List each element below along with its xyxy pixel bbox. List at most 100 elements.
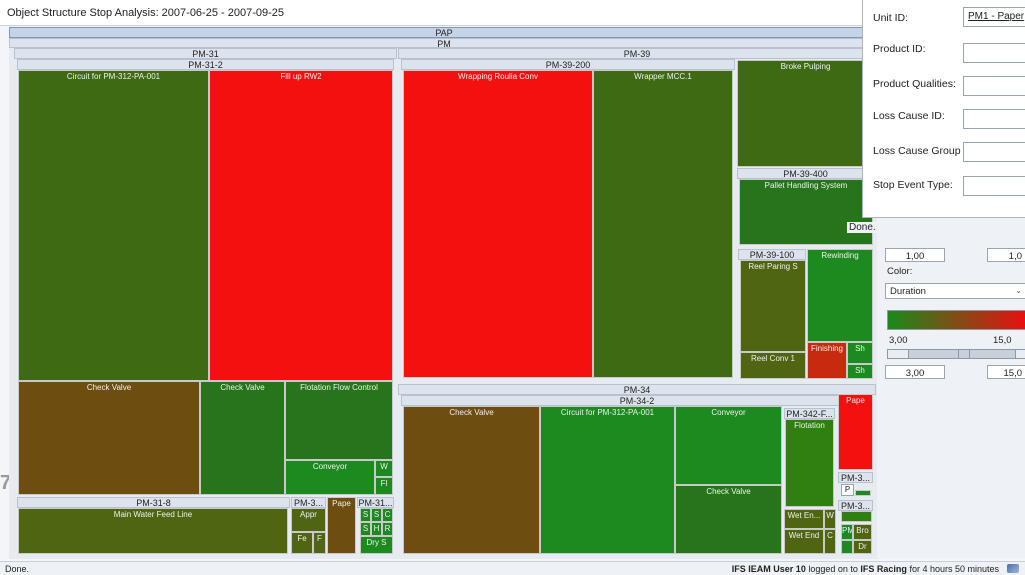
main-water-feed-cell[interactable]: Main Water Feed Line	[18, 508, 288, 554]
pm34-band[interactable]: PM-34	[398, 384, 876, 395]
wrapping-cell[interactable]: Wrapping Roulia Conv	[403, 70, 593, 378]
s-cell-2[interactable]: S	[371, 508, 382, 522]
wrapper-mcc-cell[interactable]: Wrapper MCC.1	[593, 70, 733, 378]
wet-end-cell-1[interactable]: Wet En...	[784, 509, 824, 529]
bro-cell[interactable]: Bro	[853, 524, 872, 540]
pm31-check-valve-cell-2[interactable]: Check Valve	[200, 381, 285, 495]
p-cell[interactable]: P	[841, 484, 854, 496]
small-cell[interactable]	[841, 540, 853, 554]
r-cell[interactable]: R	[382, 522, 393, 536]
p-cell-green[interactable]	[855, 490, 871, 496]
dry-cell[interactable]: Dry S	[360, 536, 393, 554]
c-cell-34[interactable]: C	[824, 529, 836, 554]
product-id-label: Product ID:	[873, 43, 926, 55]
pm342f-band[interactable]: PM-342-F...	[784, 408, 835, 419]
pm31-flotation-cell[interactable]: Flotation Flow Control	[285, 381, 393, 460]
loss-cause-id-field[interactable]	[963, 109, 1025, 129]
pm34-2-band[interactable]: PM-34-2	[401, 395, 873, 406]
filter-popup: Unit ID: PM1 - Paper Product ID: Product…	[862, 0, 1025, 218]
slider-right-handle[interactable]	[1015, 350, 1025, 358]
size-max-field[interactable]: 1,0	[987, 248, 1025, 262]
pm31-8-band[interactable]: PM-31-8	[17, 497, 290, 508]
fe-cell[interactable]: Fe	[291, 532, 313, 554]
pm34-circuit-cell[interactable]: Circuit for PM-312-PA-001	[540, 406, 675, 554]
pm34-sub-band-1[interactable]: PM-3...	[838, 472, 873, 483]
product-qualities-label: Product Qualities:	[873, 78, 956, 90]
finishing-cell[interactable]: Finishing	[807, 342, 847, 379]
color-label: Color:	[887, 266, 913, 277]
pm34-check-valve-cell-2[interactable]: Check Valve	[675, 485, 782, 554]
slider-left-handle[interactable]	[888, 350, 909, 358]
status-user: IFS IEAM User 10	[731, 564, 806, 574]
status-duration: for 4 hours 50 minutes	[909, 564, 999, 574]
wet-end-cell-2[interactable]: Wet End	[784, 529, 824, 554]
pm34-pape-cell[interactable]: Pape	[838, 394, 873, 470]
loss-cause-id-label: Loss Cause ID:	[873, 110, 945, 122]
pm39-400-band[interactable]: PM-39-400	[737, 168, 874, 179]
window-title: Object Structure Stop Analysis: 2007-06-…	[7, 7, 284, 19]
unit-id-label: Unit ID:	[873, 12, 909, 24]
color-min-label: 3,00	[889, 335, 908, 346]
pallet-handling-cell[interactable]: Pallet Handling System	[739, 179, 873, 245]
pm31-circuit-cell[interactable]: Circuit for PM-312-PA-001	[18, 70, 209, 381]
range-min-field[interactable]: 3,00	[885, 365, 945, 379]
pm34-conveyor-cell[interactable]: Conveyor	[675, 406, 782, 485]
unit-id-field[interactable]: PM1 - Paper	[963, 7, 1025, 27]
status-bar: Done. IFS IEAM User 10 logged on to IFS …	[0, 561, 1025, 575]
pm31-check-valve-cell[interactable]: Check Valve	[18, 381, 200, 495]
slider-mid-grip[interactable]	[958, 350, 970, 358]
popup-done-label: Done.	[847, 222, 878, 233]
pm31-w-cell[interactable]: W	[375, 460, 393, 477]
color-max-label: 15,0	[993, 335, 1012, 346]
pm3-band[interactable]: PM-3...	[291, 497, 326, 508]
status-text: Done.	[5, 564, 30, 574]
c-cell[interactable]: C	[382, 508, 393, 522]
color-select[interactable]: Duration ⌄	[885, 283, 1025, 299]
pm39-band[interactable]: PM-39	[398, 48, 876, 59]
treemap-root-band[interactable]: PAP	[9, 27, 879, 38]
pm34-tiny-cell[interactable]	[841, 511, 872, 522]
size-min-field[interactable]: 1,00	[885, 248, 945, 262]
s-cell-3[interactable]: S	[360, 522, 371, 536]
pm31-sub-band[interactable]: PM-31...	[357, 497, 394, 508]
sh-cell-2[interactable]: Sh	[847, 364, 873, 379]
product-qualities-field[interactable]	[963, 76, 1025, 96]
treemap: PAP PM PM-31 PM-31-2 Circuit for PM-312-…	[9, 27, 879, 559]
pm34-check-valve-cell[interactable]: Check Valve	[403, 406, 540, 554]
s-cell-1[interactable]: S	[360, 508, 371, 522]
pape-cell[interactable]: Pape	[327, 497, 356, 554]
reel-conv-cell[interactable]: Reel Conv 1	[740, 352, 806, 379]
range-max-field[interactable]: 15,0	[987, 365, 1025, 379]
loss-cause-group-field[interactable]	[963, 142, 1025, 162]
pm31-fl-cell[interactable]: Fl	[375, 477, 393, 495]
network-icon	[1007, 564, 1019, 573]
settings-panel: 1,00 1,0 Color: Duration ⌄ 3,00 15,0 3,0…	[877, 218, 1025, 558]
w-cell-34[interactable]: W	[824, 509, 836, 529]
treemap-pm-band[interactable]: PM	[9, 38, 879, 48]
loss-cause-group-label: Loss Cause Group	[873, 145, 961, 157]
pm39-200-band[interactable]: PM-39-200	[401, 59, 735, 70]
status-logged: logged on to	[808, 564, 858, 574]
range-slider[interactable]	[887, 349, 1025, 359]
pm39-100-band[interactable]: PM-39-100	[738, 249, 806, 260]
broke-pulping-cell[interactable]: Broke Pulping	[737, 60, 874, 167]
pm31-fillup-cell[interactable]: Fill up RW2	[209, 70, 393, 381]
dr-cell[interactable]: Dr	[853, 540, 872, 554]
reel-paring-cell[interactable]: Reel Paring S	[740, 260, 806, 352]
pm31-conveyor-cell[interactable]: Conveyor	[285, 460, 375, 495]
product-id-field[interactable]	[963, 43, 1025, 63]
rewinding-cell[interactable]: Rewinding	[807, 249, 873, 342]
pm34-flotation-cell[interactable]: Flotation	[785, 419, 834, 507]
f-cell[interactable]: F	[313, 532, 326, 554]
pm-cell[interactable]: PM	[841, 524, 853, 540]
pm31-2-band[interactable]: PM-31-2	[17, 59, 394, 70]
color-select-value: Duration	[890, 286, 926, 297]
h-cell[interactable]: H	[371, 522, 382, 536]
sh-cell-1[interactable]: Sh	[847, 342, 873, 364]
edge-fragment: 7	[0, 472, 9, 494]
stop-event-type-label: Stop Event Type:	[873, 179, 953, 191]
stop-event-type-field[interactable]	[963, 176, 1025, 196]
appr-cell[interactable]: Appr	[291, 508, 326, 532]
pm34-sub-band-2[interactable]: PM-3...	[838, 500, 873, 511]
pm31-band[interactable]: PM-31	[14, 48, 397, 59]
